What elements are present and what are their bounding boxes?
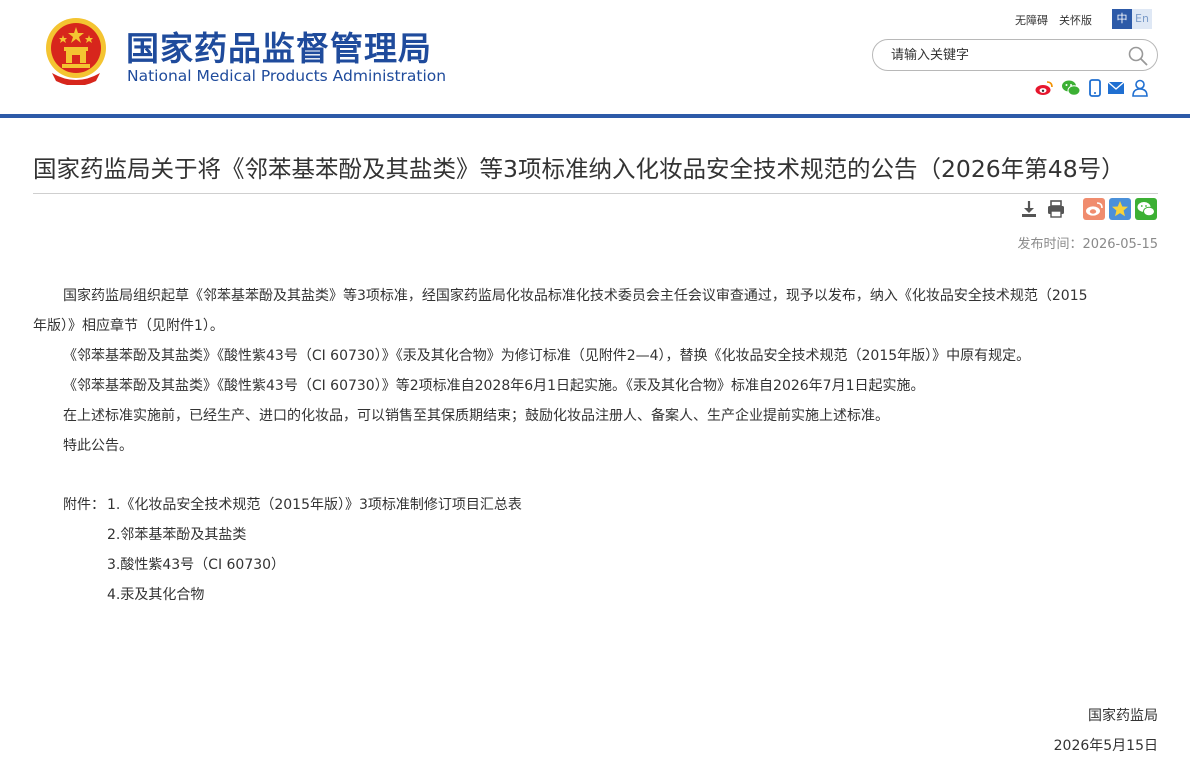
mobile-icon[interactable] bbox=[1085, 78, 1105, 98]
publish-date: 发布时间：2026-05-15 bbox=[1017, 237, 1158, 252]
paragraph-5: 特此公告。 bbox=[63, 438, 133, 454]
paragraph-3: 《邻苯基苯酚及其盐类》《酸性紫43号（CI 60730）》等2项标准自2028年… bbox=[63, 378, 925, 394]
weibo-icon[interactable] bbox=[1034, 78, 1054, 98]
attachment-link-2[interactable]: 2.邻苯基苯酚及其盐类 bbox=[107, 524, 246, 544]
header-divider bbox=[0, 114, 1190, 118]
paragraph-2: 《邻苯基苯酚及其盐类》《酸性紫43号（CI 60730）》《汞及其化合物》为修订… bbox=[63, 348, 1031, 364]
attachment-link-3[interactable]: 3.酸性紫43号（CI 60730） bbox=[107, 554, 285, 574]
paragraph-1-line-1: 国家药监局组织起草《邻苯基苯酚及其盐类》等3项标准，经国家药监局化妆品标准化技术… bbox=[63, 288, 1088, 304]
attachments-label: 附件： bbox=[63, 497, 105, 513]
attachment-link-1[interactable]: 1.《化妆品安全技术规范（2015年版）》3项标准制修订项目汇总表 bbox=[107, 494, 522, 514]
search-input[interactable] bbox=[891, 46, 1121, 64]
article-title: 国家药监局关于将《邻苯基苯酚及其盐类》等3项标准纳入化妆品安全技术规范的公告（2… bbox=[33, 155, 1125, 183]
elder-care-link[interactable]: 关怀版 bbox=[1059, 12, 1092, 28]
site-header: 国家药品监督管理局 National Medical Products Admi… bbox=[0, 0, 1190, 114]
lang-en-button[interactable]: En bbox=[1132, 9, 1152, 29]
share-favorite-icon[interactable] bbox=[1109, 198, 1131, 220]
title-divider bbox=[33, 193, 1158, 194]
search-icon[interactable] bbox=[1127, 45, 1149, 67]
user-icon[interactable] bbox=[1130, 78, 1150, 98]
search-box bbox=[872, 39, 1158, 71]
national-emblem-logo[interactable] bbox=[44, 15, 108, 85]
accessibility-link[interactable]: 无障碍 bbox=[1015, 12, 1048, 28]
paragraph-1-line-2: 年版）》相应章节（见附件1）。 bbox=[33, 318, 224, 334]
share-weibo-icon[interactable] bbox=[1083, 198, 1105, 220]
signature-org: 国家药监局 bbox=[1088, 708, 1158, 724]
attachment-link-4[interactable]: 4.汞及其化合物 bbox=[107, 584, 204, 604]
download-icon[interactable] bbox=[1018, 198, 1040, 220]
paragraph-4: 在上述标准实施前，已经生产、进口的化妆品，可以销售至其保质期结束；鼓励化妆品注册… bbox=[63, 408, 889, 424]
share-wechat-icon[interactable] bbox=[1135, 198, 1157, 220]
lang-zh-button[interactable]: 中 bbox=[1112, 9, 1132, 29]
site-name-en: National Medical Products Administration bbox=[127, 67, 447, 85]
site-name-cn[interactable]: 国家药品监督管理局 bbox=[126, 22, 432, 70]
wechat-icon[interactable] bbox=[1061, 78, 1081, 98]
mail-icon[interactable] bbox=[1106, 78, 1126, 98]
signature-date: 2026年5月15日 bbox=[1053, 738, 1158, 754]
print-icon[interactable] bbox=[1045, 198, 1067, 220]
